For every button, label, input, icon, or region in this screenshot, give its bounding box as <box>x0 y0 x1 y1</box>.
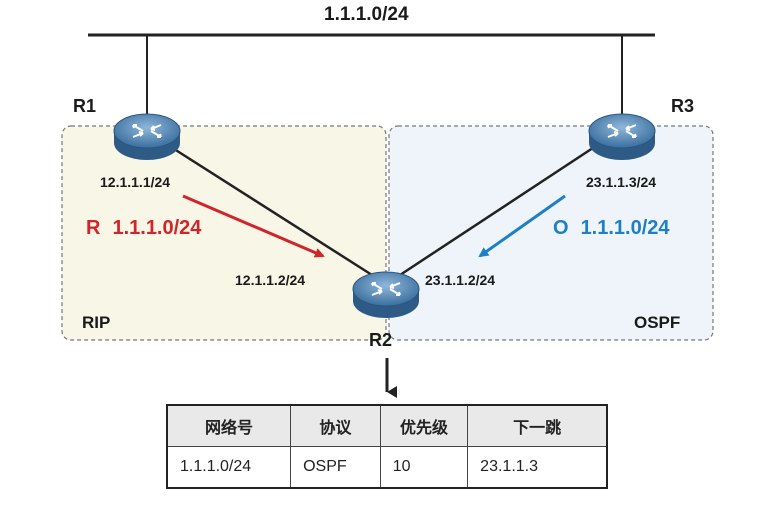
header-next-hop: 下一跳 <box>467 404 608 447</box>
router-r1-label: R1 <box>73 96 97 116</box>
ospf-route-label: O 1.1.1.0/24 <box>553 217 670 240</box>
routing-table: 网络号 协议 优先级 下一跳 1.1.1.0/24 OSPF 10 23.1.1… <box>166 404 608 489</box>
rip-route-label: R 1.1.1.0/24 <box>86 217 201 240</box>
interface-r2-r1: 12.1.1.2/24 <box>235 272 306 288</box>
header-network: 网络号 <box>166 404 292 447</box>
table-row: 1.1.1.0/24 OSPF 10 23.1.1.3 <box>166 446 608 489</box>
router-r1-icon <box>113 113 181 160</box>
router-r3-label: R3 <box>671 96 695 116</box>
cell-network: 1.1.1.0/24 <box>166 446 292 489</box>
rip-route-prefix: 1.1.1.0/24 <box>112 217 202 239</box>
router-r3-icon <box>588 113 656 160</box>
routing-table-header: 网络号 协议 优先级 下一跳 <box>166 404 608 447</box>
rip-route-code: R <box>86 217 101 239</box>
interface-r2-r3: 23.1.1.2/24 <box>425 272 496 288</box>
cell-protocol: OSPF <box>290 446 381 489</box>
router-r2-icon <box>352 271 420 318</box>
router-r2-label: R2 <box>369 330 393 350</box>
ospf-route-prefix: 1.1.1.0/24 <box>580 217 670 239</box>
ospf-route-code: O <box>553 217 569 239</box>
header-preference: 优先级 <box>379 404 469 447</box>
rip-zone-label: RIP <box>82 313 111 332</box>
ospf-zone-label: OSPF <box>634 313 681 332</box>
header-protocol: 协议 <box>290 404 381 447</box>
interface-r1-r2: 12.1.1.1/24 <box>100 174 171 190</box>
cell-next-hop: 23.1.1.3 <box>467 446 608 489</box>
network-label: 1.1.1.0/24 <box>324 4 409 25</box>
cell-preference: 10 <box>379 446 469 489</box>
interface-r3-r2: 23.1.1.3/24 <box>586 174 657 190</box>
